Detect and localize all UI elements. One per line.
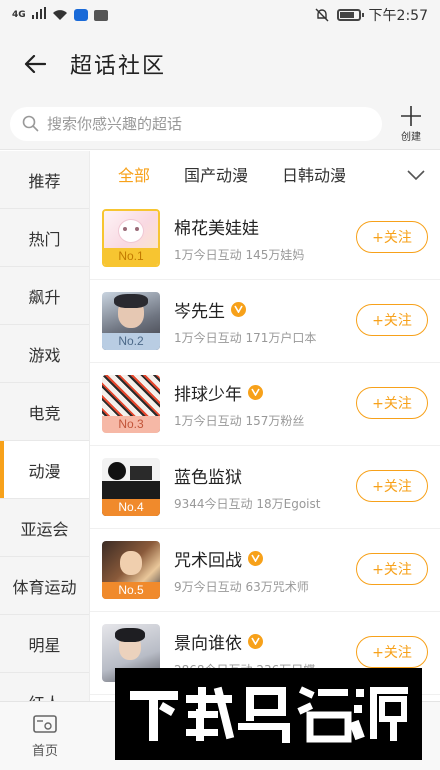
list-item[interactable]: No.3 排球少年 1万今日互动 157万粉丝 +关注 [90,363,440,446]
create-button[interactable]: 创建 [382,105,440,143]
plus-icon [401,105,421,126]
search-row: 搜索你感兴趣的超话 创建 [0,98,440,150]
rank-badge: No.1 [104,248,158,265]
sidebar-item-asian-games[interactable]: 亚运会 [0,499,89,557]
nav-home-label: 首页 [31,744,58,759]
rank-badge: No.2 [102,333,160,350]
topic-name: 棉花美娃娃 [174,218,259,239]
wifi-icon [52,9,68,21]
status-bar: 4G 下午2:57 [0,0,440,30]
sidebar-item-esports[interactable]: 电竞 [0,383,89,441]
topic-name: 景向谁依 [174,633,242,654]
arrow-left-icon [24,55,46,73]
sidebar-item-anime[interactable]: 动漫 [0,441,89,499]
search-icon [22,115,39,132]
list-item[interactable]: No.4 蓝色监狱 9344今日互动 18万Egoist +关注 [90,446,440,529]
verified-icon [248,384,263,400]
topic-thumbnail: No.1 [102,209,160,267]
topic-thumbnail: No.2 [102,292,160,350]
follow-button[interactable]: +关注 [356,636,428,668]
rank-badge: No.4 [102,499,160,516]
sidebar-item-sports[interactable]: 体育运动 [0,557,89,615]
app-notification-icon [73,9,88,21]
topic-name: 岑先生 [174,301,225,322]
topic-name: 咒术回战 [174,550,242,571]
follow-button[interactable]: +关注 [356,304,428,336]
sidebar-item-celebrities[interactable]: 明星 [0,615,89,673]
follow-button[interactable]: +关注 [356,553,428,585]
rank-badge: No.5 [102,582,160,599]
follow-button[interactable]: +关注 [356,387,428,419]
sidebar-item-games[interactable]: 游戏 [0,325,89,383]
mail-icon [93,9,108,21]
app-header: 超话社区 [0,30,440,98]
list-item[interactable]: No.5 咒术回战 9万今日互动 63万咒术师 +关注 [90,529,440,612]
topic-name: 蓝色监狱 [174,467,242,488]
watermark-logo [115,668,422,760]
topic-thumbnail: No.3 [102,375,160,433]
rank-badge: No.3 [102,416,160,433]
list-item[interactable]: No.1 棉花美娃娃 1万今日互动 145万娃妈 +关注 [90,197,440,280]
topic-thumbnail: No.4 [102,458,160,516]
verified-icon [231,301,246,317]
topic-thumbnail: No.5 [102,541,160,599]
topic-name: 排球少年 [174,384,242,405]
back-button[interactable] [0,30,70,98]
sidebar-item-recommend[interactable]: 推荐 [0,151,89,209]
sidebar-item-rising[interactable]: 飙升 [0,267,89,325]
verified-icon [248,633,263,649]
search-input[interactable]: 搜索你感兴趣的超话 [10,106,382,141]
signal-icon [31,7,46,23]
tab-jp-kr-anime[interactable]: 日韩动漫 [282,162,346,186]
tab-domestic-anime[interactable]: 国产动漫 [184,162,248,186]
follow-button[interactable]: +关注 [356,470,428,502]
nav-home[interactable]: 首页 [20,714,70,759]
chevron-down-icon[interactable] [406,166,426,185]
search-placeholder: 搜索你感兴趣的超话 [47,115,183,133]
battery-icon [336,9,364,21]
verified-icon [248,550,263,566]
list-item[interactable]: No.2 岑先生 1万今日互动 171万户口本 +关注 [90,280,440,363]
follow-button[interactable]: +关注 [356,221,428,253]
home-eye-icon [33,715,57,733]
sidebar-item-influencers[interactable]: 红人 [0,673,89,702]
topic-list-panel: 全部 国产动漫 日韩动漫 No.1 棉花美娃娃 1万今日互动 145万娃妈 +关… [90,151,440,701]
create-label: 创建 [401,131,421,143]
network-indicator: 4G [12,10,26,20]
category-tabs: 全部 国产动漫 日韩动漫 [90,151,440,197]
category-sidebar: 推荐 热门 飙升 游戏 电竞 动漫 亚运会 体育运动 明星 红人 [0,151,90,701]
status-time: 下午2:57 [368,8,428,24]
mute-bell-icon [315,8,329,22]
tab-all[interactable]: 全部 [118,162,150,186]
sidebar-item-hot[interactable]: 热门 [0,209,89,267]
page-title: 超话社区 [70,54,167,79]
